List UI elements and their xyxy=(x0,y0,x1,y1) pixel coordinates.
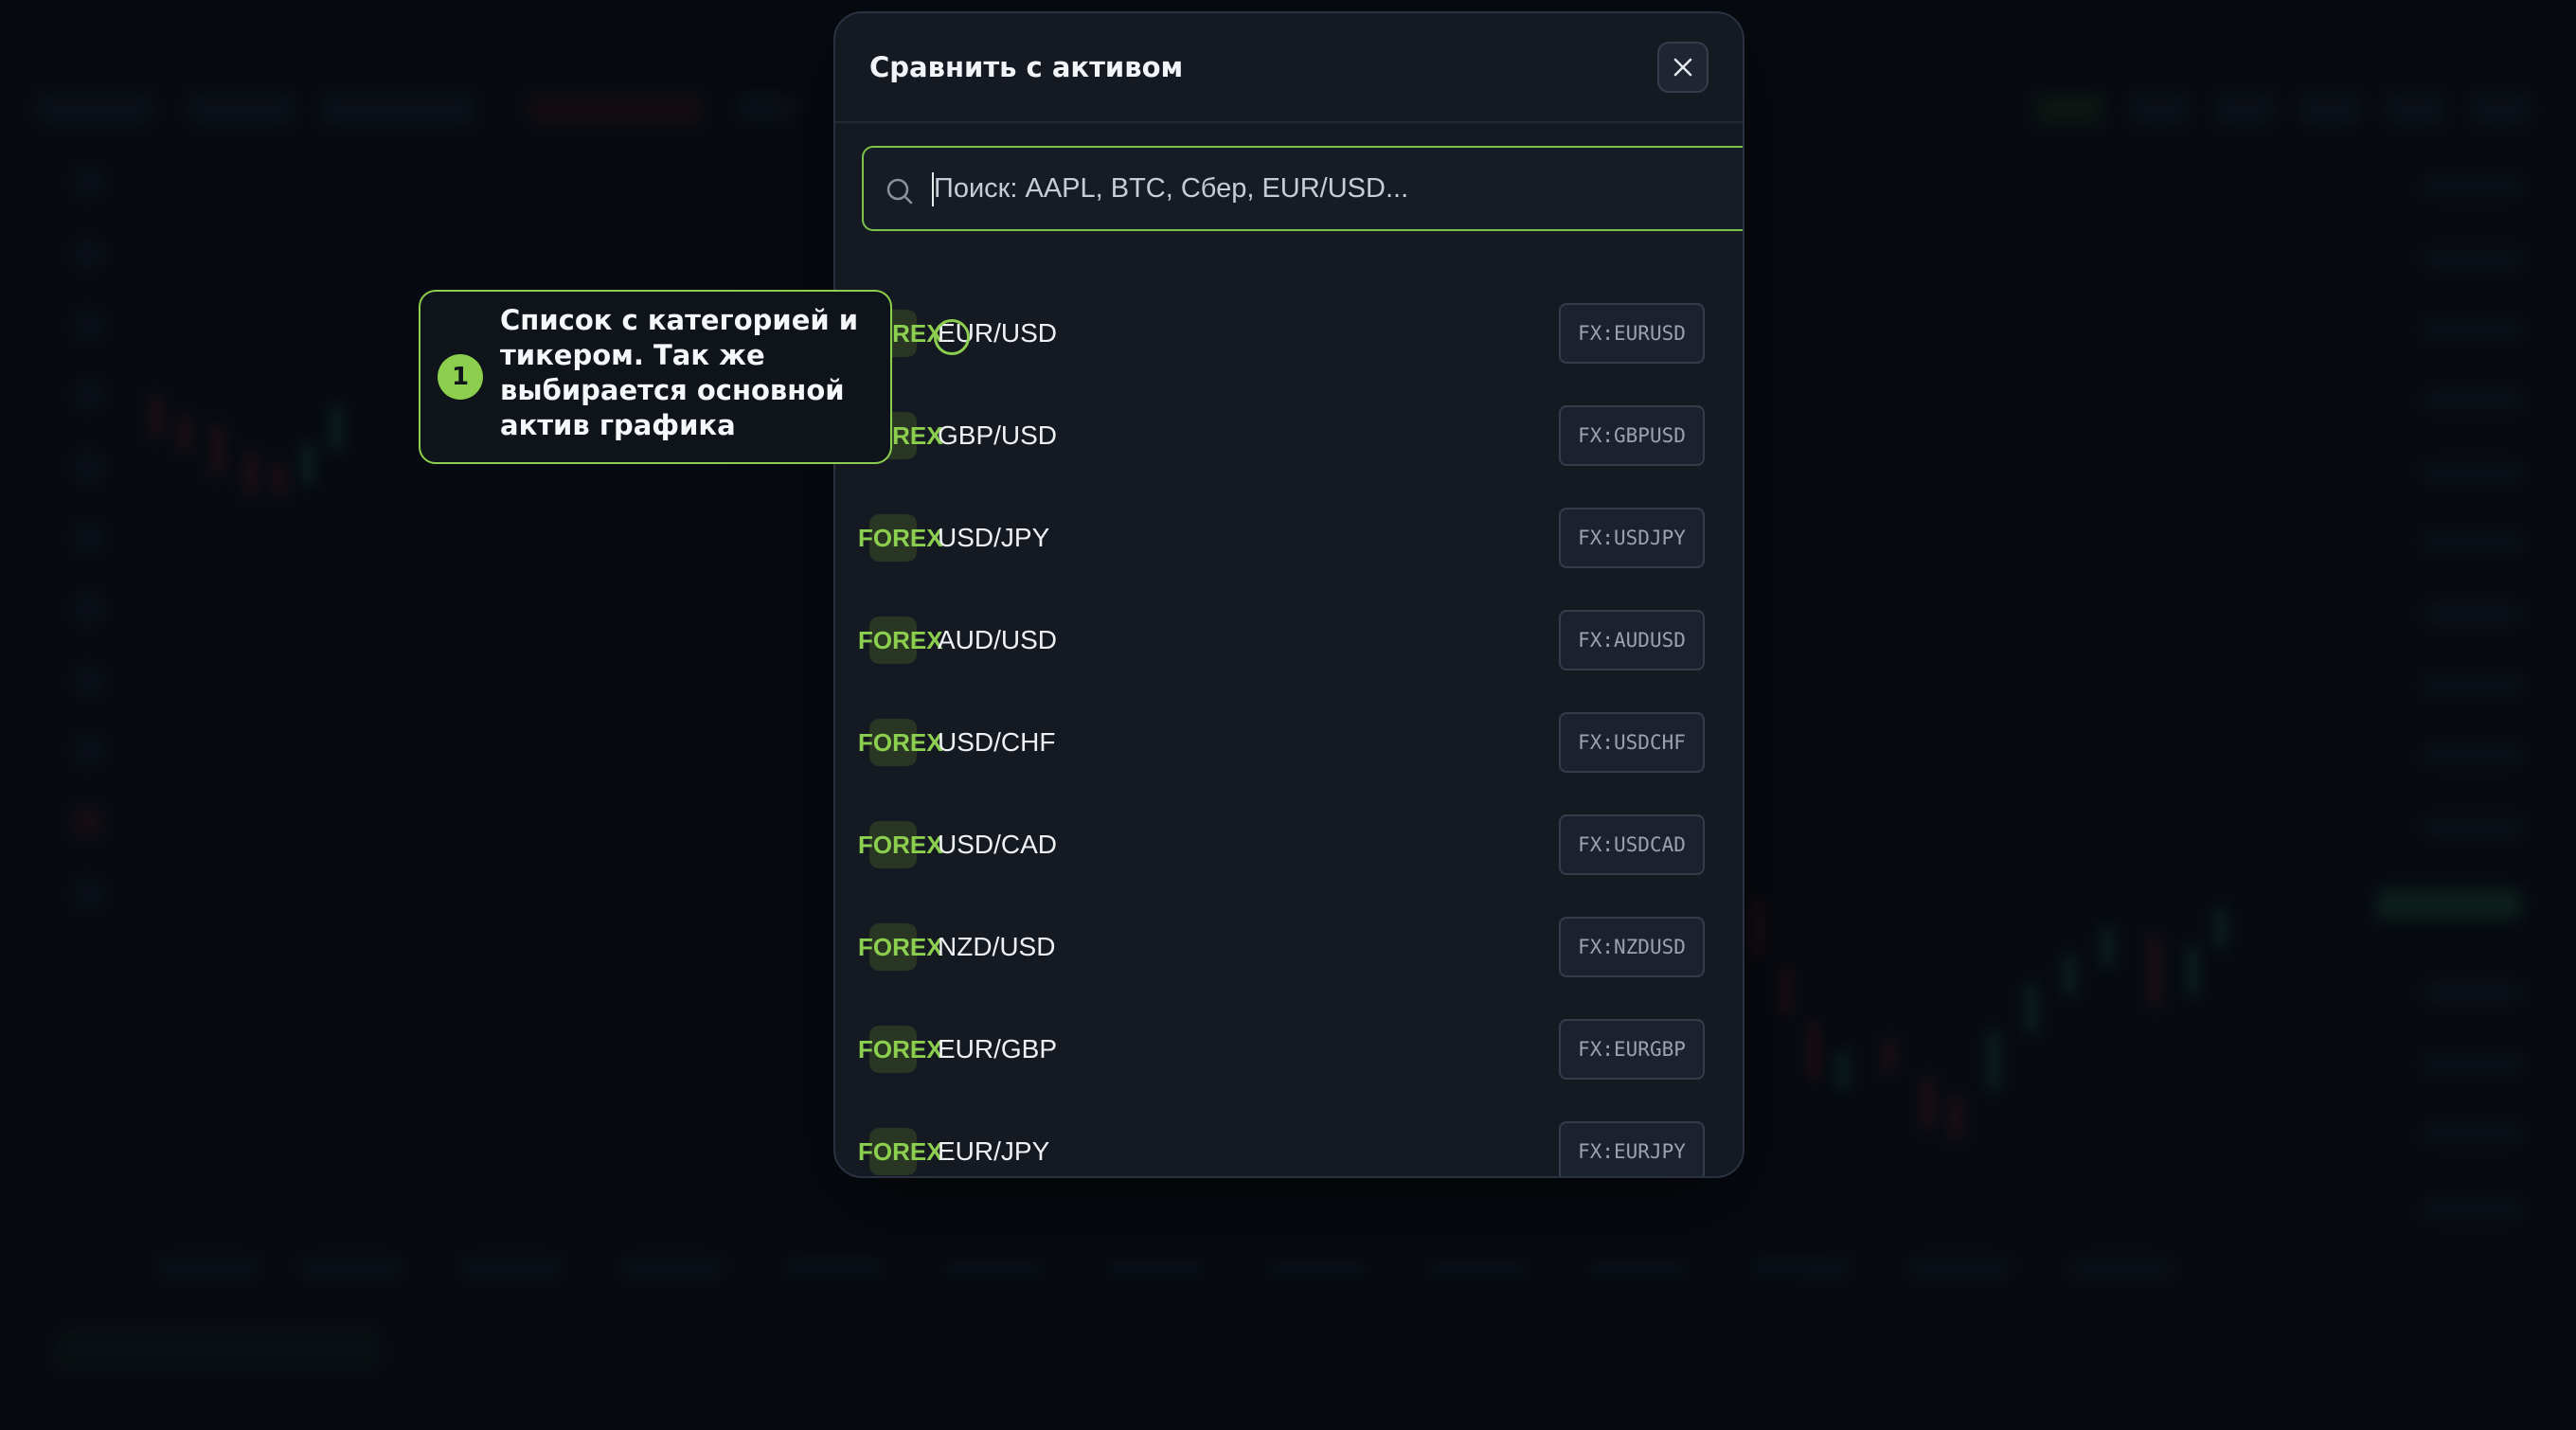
search-box[interactable] xyxy=(862,146,1743,231)
text-caret xyxy=(932,172,934,206)
asset-name: USD/JPY xyxy=(938,523,1050,552)
asset-row[interactable]: FOREX USD/JPY FX:USDJPY xyxy=(835,492,1743,595)
callout-step-number: 1 xyxy=(438,354,483,400)
asset-name: EUR/GBP xyxy=(938,1034,1058,1064)
asset-name: AUD/USD xyxy=(938,625,1058,654)
asset-row[interactable]: FOREX USD/CAD FX:USDCAD xyxy=(835,799,1743,902)
asset-ticker: FX:USDCHF xyxy=(1559,712,1705,773)
asset-ticker: FX:USDCAD xyxy=(1559,814,1705,875)
asset-name: NZD/USD xyxy=(938,932,1056,961)
search-input[interactable] xyxy=(934,148,1729,229)
asset-ticker: FX:EURUSD xyxy=(1559,303,1705,364)
close-button[interactable] xyxy=(1657,42,1708,93)
asset-ticker: FX:EURJPY xyxy=(1559,1121,1705,1176)
asset-name: GBP/USD xyxy=(938,420,1058,450)
asset-ticker: FX:NZDUSD xyxy=(1559,917,1705,977)
asset-category: FOREX xyxy=(858,933,943,961)
close-icon xyxy=(1673,58,1692,77)
asset-row[interactable]: FOREX EUR/USD FX:EURUSD xyxy=(835,288,1743,390)
asset-row[interactable]: FOREX NZD/USD FX:NZDUSD xyxy=(835,902,1743,1004)
asset-ticker: FX:AUDUSD xyxy=(1559,610,1705,670)
asset-name: USD/CAD xyxy=(938,830,1058,859)
asset-ticker: FX:EURGBP xyxy=(1559,1019,1705,1080)
search-icon xyxy=(886,178,913,205)
asset-row[interactable]: FOREX EUR/JPY FX:EURJPY xyxy=(835,1106,1743,1176)
modal-title: Сравнить с активом xyxy=(869,51,1184,83)
asset-category: FOREX xyxy=(858,1137,943,1166)
asset-row[interactable]: FOREX AUD/USD FX:AUDUSD xyxy=(835,595,1743,697)
onboarding-callout: 1 Список с категорией и тикером. Так же … xyxy=(419,290,892,464)
modal-header: Сравнить с активом xyxy=(835,13,1743,123)
asset-row[interactable]: FOREX USD/CHF FX:USDCHF xyxy=(835,697,1743,799)
asset-ticker: FX:USDJPY xyxy=(1559,508,1705,568)
asset-ticker: FX:GBPUSD xyxy=(1559,405,1705,466)
focus-ring xyxy=(934,319,970,355)
asset-category: FOREX xyxy=(858,626,943,654)
compare-asset-modal: Сравнить с активом FOREX EUR/USD FX:EURU… xyxy=(833,11,1744,1178)
asset-row[interactable]: FOREX GBP/USD FX:GBPUSD xyxy=(835,390,1743,492)
asset-category: FOREX xyxy=(858,831,943,859)
asset-row[interactable]: FOREX EUR/GBP FX:EURGBP xyxy=(835,1004,1743,1106)
asset-name: USD/CHF xyxy=(938,727,1056,757)
asset-list: FOREX EUR/USD FX:EURUSD FOREX GBP/USD FX… xyxy=(835,288,1743,1176)
callout-text: Список с категорией и тикером. Так же вы… xyxy=(500,304,859,441)
asset-category: FOREX xyxy=(858,1035,943,1064)
asset-category: FOREX xyxy=(858,524,943,552)
asset-name: EUR/JPY xyxy=(938,1136,1050,1166)
asset-category: FOREX xyxy=(858,728,943,757)
